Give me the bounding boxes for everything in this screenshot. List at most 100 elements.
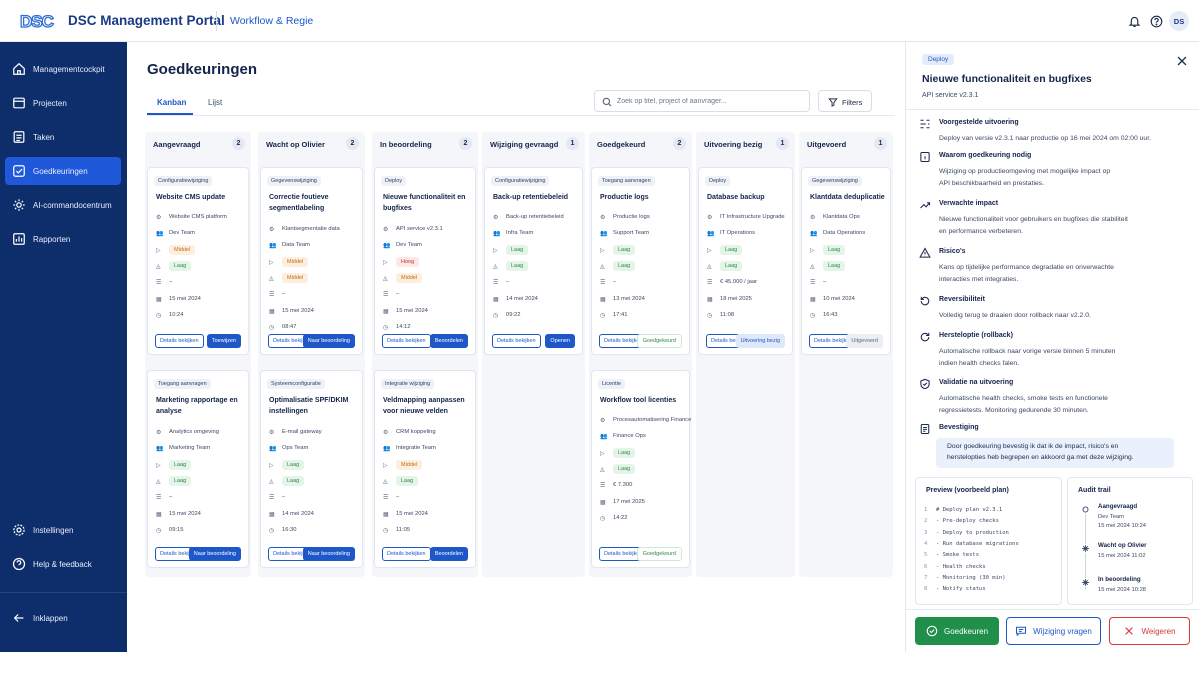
cost-value: – [282, 494, 286, 501]
system-icon-glyph: ⚙ [383, 227, 389, 233]
app-title: DSC Management Portal [68, 13, 225, 28]
time-value: 08:47 [282, 323, 297, 330]
audit-entry-title: Aangevraagd [1098, 503, 1138, 510]
impact-icon-glyph: ▷ [156, 247, 161, 254]
approval-card[interactable]: Gegevenswijziging Klantdata deduplicatie ⚙… [801, 167, 891, 355]
approval-card[interactable]: Licentie Workflow tool licenties ⚙ Procesau… [591, 370, 692, 568]
team-icon-glyph: 👥 [493, 231, 501, 238]
approval-card[interactable]: Integratie wijziging Veldmapping aanpasse… [374, 370, 476, 568]
impact-icon-glyph: ▷ [156, 462, 161, 469]
section-text: Deploy van versie v2.3.1 naar productie … [939, 135, 1151, 142]
risk-pill: Laag [613, 260, 636, 271]
plan-line: 8 - Notify status [924, 586, 986, 592]
sidebar-item-goedkeuringen[interactable]: Goedkeuringen [5, 157, 121, 185]
card-action-button[interactable]: Goedgekeurd [636, 547, 682, 561]
system-value: Procesautomatisering Finance [613, 417, 692, 423]
card-action-button[interactable]: Beoordelen [429, 547, 468, 561]
team-icon-glyph: 👥 [269, 446, 277, 453]
confirmation-note: Door goedkeuring bevestig ik dat ik de i… [936, 438, 1174, 468]
card-action-button[interactable]: Uitvoering bezig [735, 334, 785, 348]
card-action-button[interactable]: Openen [545, 334, 575, 348]
card-action-button[interactable]: Naar beoordeling [302, 547, 355, 561]
card-type-tag: Deploy [381, 176, 407, 186]
approval-card[interactable]: Systeemconfiguratie Optimalisatie SPF/DKI… [260, 370, 363, 568]
audit-entry-time: 15 mei 2024 10:24 [1098, 523, 1147, 529]
sidebar-item-taken[interactable]: Taken [5, 123, 121, 151]
card-action-button[interactable]: Beoordelen [429, 334, 468, 348]
approval-card[interactable]: Configuratiewijziging Back-up retentiebel… [484, 167, 583, 355]
card-title: Back-up retentiebeleid [493, 194, 569, 201]
module-name[interactable]: Workflow & Regie [230, 15, 313, 27]
sidebar-item-ai-commandocentrum[interactable]: AI-commandocentrum [5, 191, 121, 219]
approval-card[interactable]: Toegang aanvragen Marketing rapportage en… [147, 370, 249, 568]
close-icon[interactable] [1175, 54, 1189, 68]
search-box [594, 90, 810, 112]
clock-icon-glyph: ◷ [383, 324, 389, 331]
details-button[interactable]: Details bekijken [155, 334, 204, 348]
line-number: 2 [924, 518, 928, 525]
sidebar-item-rapporten[interactable]: Rapporten [5, 225, 121, 253]
tab-kanban[interactable]: Kanban [157, 98, 186, 107]
info-icon [920, 151, 930, 163]
user-avatar[interactable]: DS [1169, 11, 1189, 31]
details-button[interactable]: Details bekijken [382, 547, 431, 561]
bell-icon[interactable] [1126, 13, 1142, 29]
clock-icon-glyph: ◷ [493, 312, 499, 319]
detail-panel: Deploy Nieuwe functionaliteit en bugfixe… [905, 42, 1199, 652]
sidebar-item-projecten[interactable]: Projecten [5, 89, 121, 117]
reject-button[interactable]: Weigeren [1109, 617, 1190, 645]
card-action-button[interactable]: Uitgevoerd [846, 334, 883, 348]
approval-card[interactable]: Deploy Nieuwe functionaliteit en bugfixes… [374, 167, 476, 355]
risk-icon-glyph: ◬ [383, 275, 388, 282]
details-button[interactable]: Details bekijken [382, 334, 431, 348]
section-text: Automatische health checks, smoke tests … [939, 395, 1108, 402]
calendar-icon-glyph: ▦ [383, 511, 389, 518]
system-value: Productie logs [613, 214, 650, 220]
team-value: Infra Team [506, 230, 534, 237]
system-icon-glyph: ⚙ [383, 430, 389, 436]
date-value: 15 mei 2024 [169, 510, 201, 517]
date-value: 10 mei 2024 [823, 295, 855, 302]
system-value: Klantdata Ops [823, 214, 860, 220]
sidebar-item-label: Taken [33, 133, 55, 142]
plan-line: 7 - Monitoring (30 min) [924, 575, 1006, 581]
dsc-logo: DSC [20, 11, 55, 31]
approval-card[interactable]: Gegevenswijziging Correctie foutieve segm… [260, 167, 363, 355]
clock-icon-glyph: ◷ [156, 527, 162, 534]
card-type-tag: Configuratiewijziging [491, 176, 550, 186]
help-icon[interactable] [1148, 13, 1164, 29]
search-input[interactable] [617, 95, 802, 108]
team-value: Data Operations [823, 230, 866, 237]
timeline-icon [920, 119, 930, 129]
cost-icon-glyph: ☰ [707, 280, 713, 287]
card-type-tag: Configuratiewijziging [154, 176, 213, 186]
request-change-button[interactable]: Wijziging vragen [1006, 617, 1101, 645]
section-text: Nieuwe functionaliteit voor gebruikers e… [939, 216, 1128, 223]
sidebar-item-help-feedback[interactable]: Help & feedback [5, 550, 121, 578]
card-action-button[interactable]: Toewijzen [206, 334, 241, 348]
approval-card[interactable]: Configuratiewijziging Website CMS update ⚙… [147, 167, 249, 355]
risk-pill: Laag [282, 475, 305, 486]
card-title: Website CMS update [156, 194, 226, 201]
card-action-button[interactable]: Naar beoordeling [302, 334, 355, 348]
section-text: interacties met integraties. [939, 276, 1019, 283]
tab-lijst[interactable]: Lijst [208, 98, 222, 107]
line-number: 8 [924, 586, 928, 593]
risk-icon-glyph: ◬ [269, 478, 274, 485]
audit-title: Audit trail [1078, 487, 1111, 494]
sidebar-item-label: Help & feedback [33, 560, 92, 569]
sidebar-item-instellingen[interactable]: Instellingen [5, 516, 121, 544]
approve-button[interactable]: Goedkeuren [915, 617, 999, 645]
card-action-button[interactable]: Naar beoordeling [188, 547, 241, 561]
sidebar-collapse-button[interactable]: Inklappen [5, 604, 121, 632]
search-icon [602, 97, 612, 107]
approval-card[interactable]: Toegang aanvragen Productie logs ⚙ Producti… [591, 167, 690, 355]
details-button[interactable]: Details bekijken [492, 334, 541, 348]
sidebar-item-managementcockpit[interactable]: Managementcockpit [5, 55, 121, 83]
approval-card[interactable]: Deploy Database backup ⚙ IT Infrastructure … [698, 167, 793, 355]
reject-label: Weigeren [1141, 626, 1176, 636]
filters-button[interactable]: Filters [818, 90, 872, 112]
impact-pill: Laag [169, 459, 192, 470]
card-action-button[interactable]: Goedgekeurd [636, 334, 682, 348]
sidebar-item-label: Projecten [33, 99, 67, 108]
